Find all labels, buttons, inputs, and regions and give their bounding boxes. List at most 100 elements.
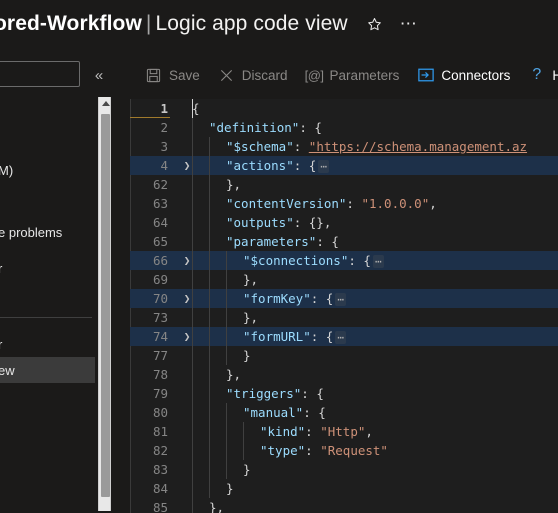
code-token-key: "triggers" (226, 386, 302, 401)
parameters-icon: [@] (304, 67, 324, 83)
code-line[interactable]: 84} (130, 479, 558, 498)
indent-guide (192, 175, 193, 194)
connectors-button[interactable]: Connectors (408, 59, 519, 91)
help-label: Help (552, 67, 558, 83)
help-icon: ? (532, 66, 542, 83)
code-token-punct: }, (226, 367, 242, 382)
code-line[interactable]: 2 "definition": { (130, 118, 558, 137)
indent-guide (209, 346, 210, 365)
indent-guide (192, 213, 193, 232)
line-number: 79 (152, 386, 168, 401)
indent-guide (192, 460, 193, 479)
line-number: 70 (152, 291, 168, 306)
code-token-str: "Request" (320, 443, 388, 458)
logic-app-code-view-blade: ored-Workflow|Logic app code view ⋯ « (0, 0, 558, 513)
code-token-key: "formKey" (243, 291, 311, 306)
parameters-button[interactable]: [@] Parameters (297, 59, 409, 91)
line-number: 63 (152, 196, 168, 211)
indent-guide (192, 137, 193, 156)
discard-icon (218, 67, 235, 84)
code-line-text: "definition": { (209, 118, 322, 137)
indent-guide (209, 175, 210, 194)
code-line[interactable]: 70 ❯ "formKey": {⋯ (130, 289, 558, 308)
code-line-text: "actions": {⋯ (226, 156, 329, 175)
code-token-punct: { (192, 101, 200, 116)
code-line-text: }, (226, 175, 241, 194)
code-editor[interactable]: 1{2 "definition": { 3 "$schema": "https://s… (130, 99, 558, 513)
code-token-foldmark[interactable]: ⋯ (335, 293, 346, 306)
code-line[interactable]: 83} (130, 460, 558, 479)
indent-guide (209, 327, 210, 346)
code-line[interactable]: 81 "kind": "Http", (130, 422, 558, 441)
indent-guide (192, 232, 193, 251)
code-line[interactable]: 64 "outputs": {}, (130, 213, 558, 232)
code-token-foldmark[interactable]: ⋯ (372, 255, 384, 268)
code-token-punct: : (305, 443, 321, 458)
indent-guide (192, 346, 193, 365)
code-token-punct: : { (316, 234, 339, 249)
code-line[interactable]: 82 "type": "Request" (130, 441, 558, 460)
help-button[interactable]: ? Help (519, 59, 558, 91)
sidebar-item-4[interactable]: ew (0, 357, 95, 383)
line-number: 80 (152, 405, 168, 420)
sidebar-item-1[interactable]: e problems (0, 219, 95, 245)
code-token-foldmark[interactable]: ⋯ (335, 331, 346, 344)
sidebar-item-3[interactable]: r (0, 331, 95, 357)
collapse-panel-button[interactable]: « (88, 64, 110, 86)
indent-guide (226, 308, 227, 327)
sidebar-item-0[interactable]: M) (0, 157, 95, 183)
code-line[interactable]: 62}, (130, 175, 558, 194)
scrollbar-thumb[interactable] (101, 114, 110, 497)
code-line[interactable]: 79 "triggers": { (130, 384, 558, 403)
code-token-punct: }, (226, 177, 242, 192)
code-line-text: "parameters": { (226, 232, 339, 251)
line-number: 84 (152, 481, 168, 496)
line-number: 62 (152, 177, 168, 192)
code-token-punct: , (365, 424, 373, 439)
code-token-punct: : { (310, 291, 334, 306)
discard-button[interactable]: Discard (209, 59, 297, 91)
code-token-key: "kind" (260, 424, 306, 439)
save-icon (145, 67, 162, 84)
code-line[interactable]: 78}, (130, 365, 558, 384)
code-token-punct: } (226, 481, 234, 496)
code-line-text: "contentVersion": "1.0.0.0", (226, 194, 437, 213)
code-line[interactable]: 80 "manual": { (130, 403, 558, 422)
indent-guide (192, 403, 193, 422)
code-line[interactable]: 85}, (130, 498, 558, 513)
code-line[interactable]: 4 ❯ "actions": {⋯ (130, 156, 558, 175)
code-line[interactable]: 63 "contentVersion": "1.0.0.0", (130, 194, 558, 213)
indent-guide (209, 479, 210, 498)
command-bar-items: Save Discard [@] Parameters Connectors ?… (136, 55, 558, 95)
code-token-link[interactable]: "https://schema.management.az (309, 139, 527, 154)
sidebar-item-2[interactable]: r (0, 255, 95, 281)
code-line[interactable]: 77} (130, 346, 558, 365)
code-token-punct: : { (348, 253, 371, 268)
code-token-punct: }, (243, 310, 259, 325)
code-line[interactable]: 69}, (130, 270, 558, 289)
code-line-text: }, (209, 498, 224, 513)
code-line[interactable]: 65 "parameters": { (130, 232, 558, 251)
code-line-text: "formKey": {⋯ (243, 289, 346, 308)
code-line[interactable]: 74 ❯ "formURL": {⋯ (130, 327, 558, 346)
indent-guide (192, 422, 193, 441)
indent-guide (209, 213, 210, 232)
code-token-foldmark[interactable]: ⋯ (318, 160, 329, 173)
chevron-up-icon[interactable] (99, 97, 112, 110)
indent-guide (192, 384, 193, 403)
code-line-text: "$schema": "https://schema.management.az (226, 137, 527, 156)
star-icon[interactable] (362, 11, 388, 37)
code-line[interactable]: 3 "$schema": "https://schema.management.a… (130, 137, 558, 156)
sidebar-scrollbar[interactable] (98, 97, 111, 511)
code-line[interactable]: 1{ (130, 99, 558, 118)
line-number: 81 (152, 424, 168, 439)
line-number: 3 (160, 139, 168, 154)
save-button[interactable]: Save (136, 59, 209, 91)
code-token-punct: : { (303, 405, 326, 420)
search-input[interactable] (0, 61, 80, 87)
line-number: 66 (152, 253, 168, 268)
code-line[interactable]: 73}, (130, 308, 558, 327)
blade-menu-sidebar: M) e problems r r ew (0, 95, 95, 513)
ellipsis-icon[interactable]: ⋯ (396, 11, 422, 37)
code-line[interactable]: 66 ❯ "$connections": {⋯ (130, 251, 558, 270)
